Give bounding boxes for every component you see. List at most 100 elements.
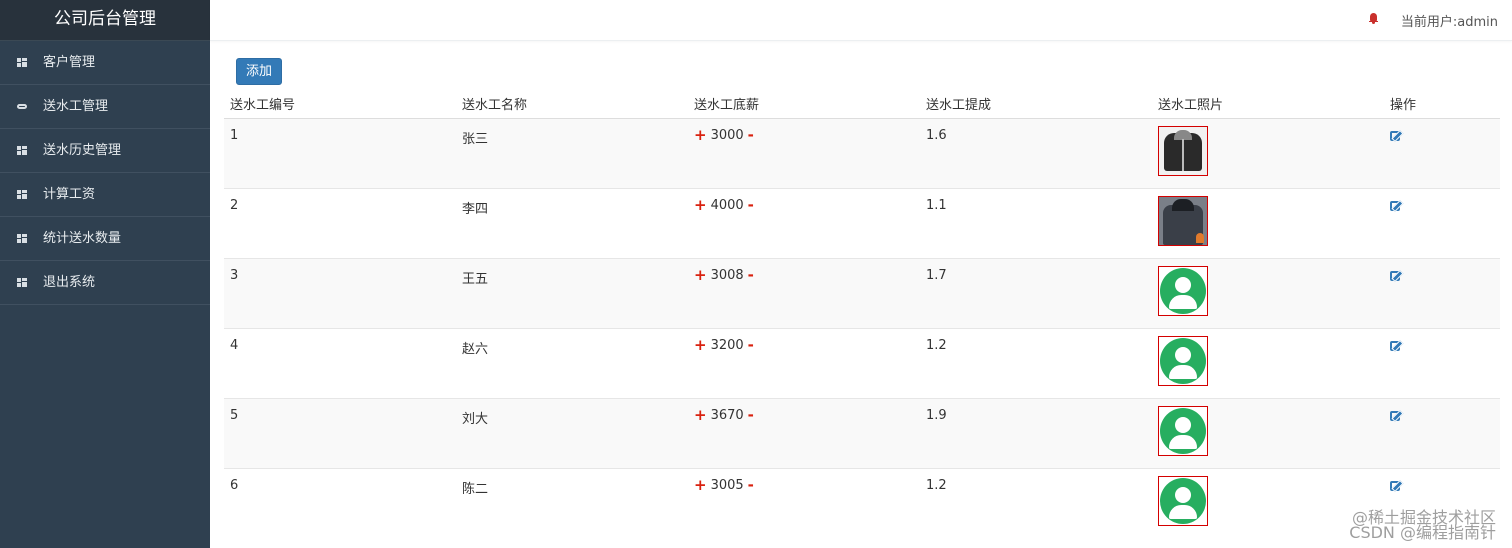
cell-commission: 1.6 [920,118,1152,189]
cell-photo [1152,118,1384,189]
grid-icon [16,233,28,245]
cell-base-salary: +3000- [688,118,920,189]
sidebar-item-delivery-history[interactable]: 送水历史管理 [0,129,210,173]
table-row: 3 王五 +3008- 1.7 [224,258,1500,329]
add-button[interactable]: 添加 [236,58,282,85]
sidebar-item-customer-management[interactable]: 客户管理 [0,41,210,85]
cell-commission: 1.1 [920,188,1152,259]
sidebar-item-label: 客户管理 [43,55,96,70]
worker-photo [1158,196,1208,246]
sidebar-item-delivery-statistics[interactable]: 统计送水数量 [0,217,210,261]
column-header-worker-name: 送水工名称 [456,88,688,119]
minus-icon[interactable]: - [748,478,754,493]
link-icon [16,101,28,113]
avatar [1158,336,1208,386]
grid-icon [16,277,28,289]
current-user-label[interactable]: 当前用户:admin [1401,11,1498,30]
grid-icon [16,145,28,157]
cell-base-salary: +3008- [688,258,920,329]
table-row: 4 赵六 +3200- 1.2 [224,328,1500,399]
edit-icon[interactable] [1390,129,1404,143]
plus-icon[interactable]: + [694,128,707,143]
column-header-worker-id: 送水工编号 [224,88,456,119]
salary-value: 3000 [710,128,744,143]
sidebar-item-label: 退出系统 [43,275,96,290]
cell-actions [1384,468,1500,539]
plus-icon[interactable]: + [694,198,707,213]
column-header-base-salary: 送水工底薪 [688,88,920,119]
column-header-photo: 送水工照片 [1152,88,1384,119]
grid-icon [16,189,28,201]
salary-value: 3005 [710,478,744,493]
sidebar-item-label: 送水工管理 [43,99,109,114]
salary-value: 3200 [710,338,744,353]
cell-photo [1152,258,1384,329]
plus-icon[interactable]: + [694,408,707,423]
cell-worker-name: 刘大 [456,398,688,469]
grid-icon [16,57,28,69]
brand-title: 公司后台管理 [0,0,210,41]
cell-worker-id: 2 [224,188,456,259]
sidebar-item-logout[interactable]: 退出系统 [0,261,210,305]
sidebar-item-label: 统计送水数量 [43,231,122,246]
table-row: 5 刘大 +3670- 1.9 [224,398,1500,469]
salary-value: 4000 [710,198,744,213]
plus-icon[interactable]: + [694,338,707,353]
edit-icon[interactable] [1390,409,1404,423]
cell-photo [1152,468,1384,539]
salary-value: 3008 [710,268,744,283]
minus-icon[interactable]: - [748,128,754,143]
edit-icon[interactable] [1390,479,1404,493]
cell-photo [1152,188,1384,259]
cell-commission: 1.7 [920,258,1152,329]
cell-worker-id: 5 [224,398,456,469]
cell-actions [1384,188,1500,259]
cell-commission: 1.2 [920,468,1152,539]
avatar [1158,476,1208,526]
sidebar-item-label: 送水历史管理 [43,143,122,158]
cell-worker-id: 3 [224,258,456,329]
cell-commission: 1.2 [920,328,1152,399]
cell-worker-name: 李四 [456,188,688,259]
avatar [1158,266,1208,316]
cell-photo [1152,328,1384,399]
cell-worker-name: 王五 [456,258,688,329]
bell-icon[interactable] [1369,13,1378,24]
sidebar-item-water-worker-management[interactable]: 送水工管理 [0,85,210,129]
cell-base-salary: +4000- [688,188,920,259]
sidebar: 公司后台管理 客户管理 送水工管理 送水历史管理 计算工资 统计送水数量 退出系… [0,0,210,548]
water-worker-table: 送水工编号 送水工名称 送水工底薪 送水工提成 送水工照片 操作 1 张三 +3… [224,88,1500,539]
cell-base-salary: +3200- [688,328,920,399]
cell-worker-name: 赵六 [456,328,688,399]
column-header-commission: 送水工提成 [920,88,1152,119]
minus-icon[interactable]: - [748,268,754,283]
worker-photo [1158,126,1208,176]
minus-icon[interactable]: - [748,338,754,353]
sidebar-item-label: 计算工资 [43,187,96,202]
avatar [1158,406,1208,456]
cell-actions [1384,258,1500,329]
sidebar-item-calculate-salary[interactable]: 计算工资 [0,173,210,217]
table-header-row: 送水工编号 送水工名称 送水工底薪 送水工提成 送水工照片 操作 [224,88,1500,119]
edit-icon[interactable] [1390,269,1404,283]
cell-actions [1384,328,1500,399]
edit-icon[interactable] [1390,199,1404,213]
edit-icon[interactable] [1390,339,1404,353]
plus-icon[interactable]: + [694,268,707,283]
cell-actions [1384,118,1500,189]
minus-icon[interactable]: - [748,408,754,423]
cell-base-salary: +3005- [688,468,920,539]
cell-photo [1152,398,1384,469]
table-row: 6 陈二 +3005- 1.2 [224,468,1500,539]
salary-value: 3670 [710,408,744,423]
plus-icon[interactable]: + [694,478,707,493]
cell-worker-name: 张三 [456,118,688,189]
table-row: 1 张三 +3000- 1.6 [224,118,1500,189]
top-header: 当前用户:admin [210,0,1512,41]
cell-worker-name: 陈二 [456,468,688,539]
cell-base-salary: +3670- [688,398,920,469]
cell-actions [1384,398,1500,469]
minus-icon[interactable]: - [748,198,754,213]
column-header-actions: 操作 [1384,88,1500,119]
cell-commission: 1.9 [920,398,1152,469]
